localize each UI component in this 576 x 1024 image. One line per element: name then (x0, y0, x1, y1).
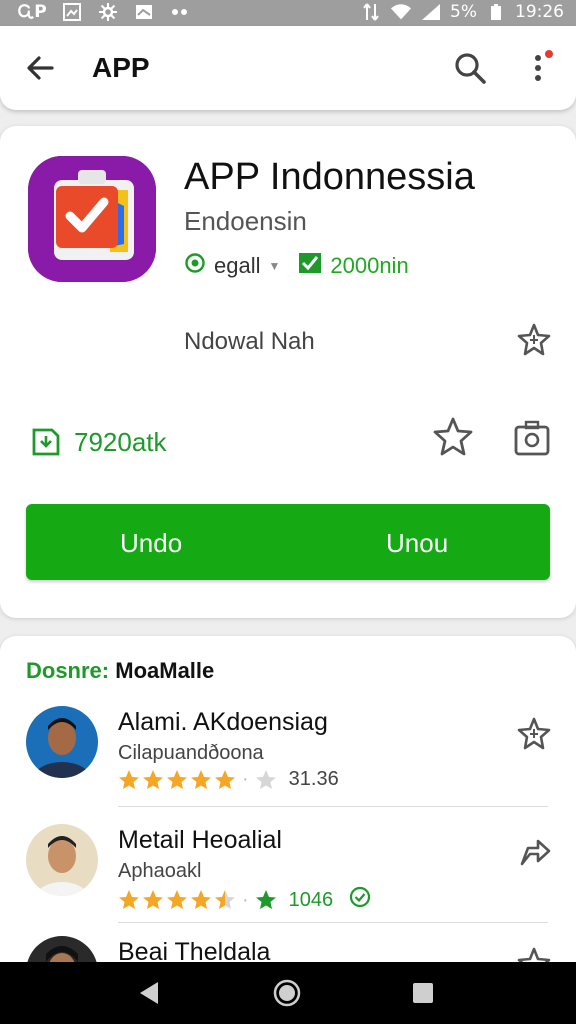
back-arrow-icon[interactable] (22, 50, 58, 86)
list-heading-value: MoaMalle (115, 658, 215, 683)
divider (118, 922, 548, 923)
battery-level: 5% (450, 2, 477, 22)
battery-icon (485, 2, 507, 22)
wifi-icon (390, 2, 412, 22)
more-dots-icon (169, 2, 191, 22)
system-nav-bar (0, 962, 576, 1024)
star-filled-icon (191, 890, 211, 909)
star-green-icon (255, 890, 276, 909)
star-filled-icon (119, 890, 139, 909)
star-filled-icon (143, 769, 163, 789)
search-icon[interactable] (452, 50, 488, 86)
overflow-menu-icon[interactable] (522, 50, 558, 86)
star-filled-icon (143, 890, 163, 909)
rating-value: 1046 (288, 888, 334, 911)
mail-icon (133, 2, 155, 22)
list-item-subtitle: Aphaoakl (118, 860, 202, 882)
star-filled-icon (167, 769, 187, 789)
app-tagline: Ndowal Nah (184, 328, 315, 355)
signal-icon (420, 2, 442, 22)
app-meta-right: 2000nin (330, 253, 409, 278)
downloads-info: 7920atk (28, 422, 167, 463)
app-details-card: APP Indonnessia Endoensin egall ▼ 2000ni… (0, 126, 576, 618)
star-filled-icon (191, 769, 211, 789)
star-empty-icon (255, 769, 276, 789)
app-icon (28, 156, 156, 282)
status-bar: ᏩP 5% 19:26 (0, 0, 576, 26)
star-outline-icon[interactable] (516, 716, 552, 752)
page-title: APP (92, 52, 150, 83)
nav-recents-icon[interactable] (408, 978, 438, 1008)
star-filled-icon (167, 890, 187, 909)
separator-dot: · (242, 768, 249, 790)
image-icon (61, 2, 83, 22)
nav-home-icon[interactable] (272, 978, 302, 1008)
list-item-title: Alami. AKdoensiag (118, 708, 328, 736)
verified-check-icon (349, 886, 371, 914)
app-developer: Endoensin (184, 206, 307, 236)
app-meta-row: egall ▼ 2000nin (184, 252, 409, 280)
list-heading: Dosnre: MoaMalle (26, 658, 214, 684)
data-icon (360, 2, 382, 22)
star-outline-icon[interactable] (516, 322, 552, 358)
share-icon[interactable] (516, 834, 552, 870)
separator-dot: · (242, 888, 249, 911)
divider (118, 806, 548, 807)
rating-value: 31.36 (288, 768, 339, 790)
related-apps-card: Dosnre: MoaMalle Alami. AKdoensiag Cilap… (0, 636, 576, 976)
downloads-count: 7920atk (74, 427, 167, 457)
list-item[interactable]: Alami. AKdoensiag Cilapuandðoona · 31.36 (0, 706, 576, 822)
flag-check-icon (298, 252, 322, 280)
radio-target-icon (184, 252, 206, 280)
app-bar: APP (0, 26, 576, 110)
avatar (26, 706, 98, 778)
favorite-star-icon[interactable] (432, 416, 474, 458)
rating-row: · 1046 (118, 886, 371, 914)
install-button-right-label: Unou (386, 528, 449, 558)
app-name: APP Indonnessia (184, 156, 475, 198)
list-heading-label: Dosnre: (26, 658, 110, 683)
nav-back-icon[interactable] (134, 978, 164, 1008)
avatar (26, 824, 98, 896)
list-item-subtitle: Cilapuandðoona (118, 742, 264, 764)
chevron-down-icon[interactable]: ▼ (268, 259, 280, 273)
clock: 19:26 (515, 2, 564, 22)
document-download-icon (28, 422, 64, 463)
list-item-title: Metail Heoalial (118, 826, 282, 854)
app-meta-left: egall (214, 253, 261, 278)
star-filled-icon (119, 769, 139, 789)
install-button[interactable]: Undo Unou (26, 504, 550, 580)
star-filled-icon (215, 769, 235, 789)
install-button-left-label: Undo (120, 528, 183, 558)
carrier-logo-icon: ᏩP (18, 2, 47, 22)
settings-icon (97, 2, 119, 22)
star-half-icon (215, 890, 235, 909)
rating-row: · 31.36 (118, 768, 339, 791)
camera-icon[interactable] (512, 418, 552, 458)
